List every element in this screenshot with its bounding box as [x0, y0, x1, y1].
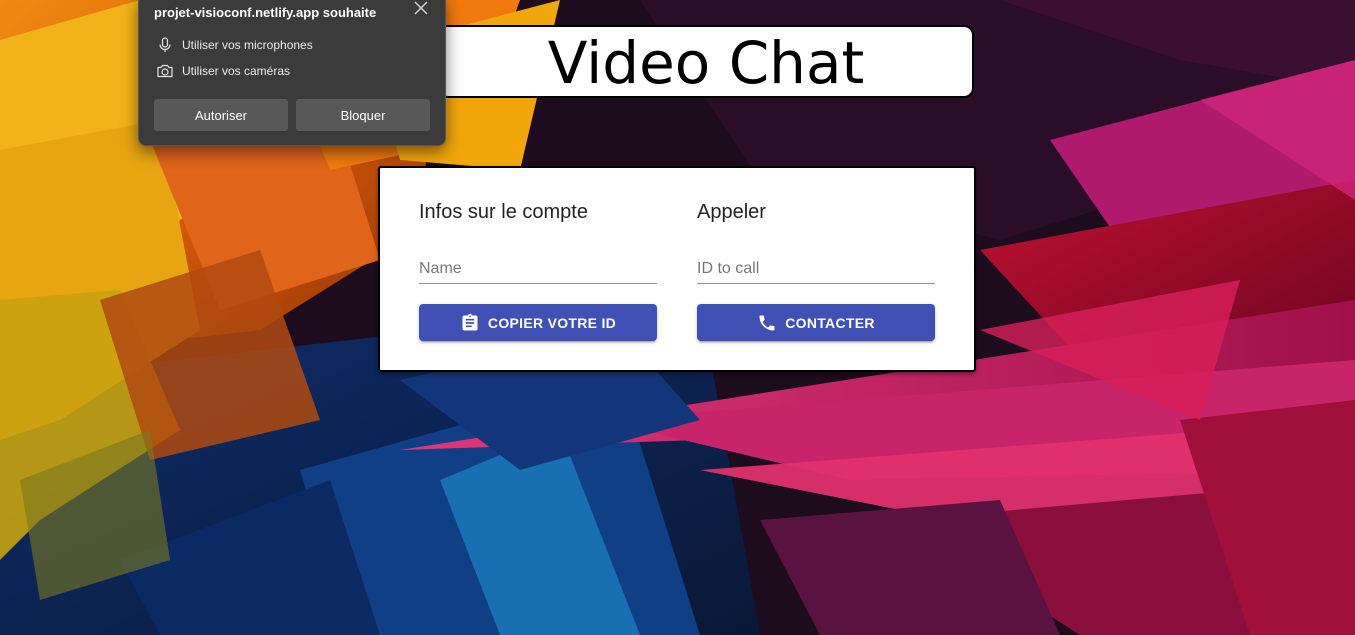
permission-item-microphone: Utiliser vos microphones — [156, 36, 313, 54]
permission-item-camera: Utiliser vos caméras — [156, 62, 290, 80]
account-heading: Infos sur le compte — [419, 201, 588, 223]
contact-button[interactable]: CONTACTER — [697, 304, 935, 341]
block-button[interactable]: Bloquer — [296, 99, 430, 131]
page-title: Video Chat — [547, 28, 865, 97]
clipboard-icon — [460, 313, 480, 333]
permission-prompt-title: projet-visioconf.netlify.app souhaite — [154, 5, 377, 20]
title-banner: Video Chat — [438, 25, 974, 98]
contact-button-label: CONTACTER — [785, 314, 875, 331]
copy-id-button-label: COPIER VOTRE ID — [487, 314, 617, 331]
page: Video Chat Infos sur le compte COPIER VO… — [0, 0, 1355, 635]
microphone-icon — [156, 36, 174, 54]
allow-button[interactable]: Autoriser — [154, 99, 288, 131]
permission-prompt: projet-visioconf.netlify.app souhaite Ut… — [138, 0, 446, 146]
name-input[interactable] — [419, 260, 657, 278]
permission-item-label: Utiliser vos caméras — [182, 64, 291, 78]
phone-icon — [757, 313, 777, 333]
id-to-call-input[interactable] — [697, 260, 935, 278]
copy-id-button[interactable]: COPIER VOTRE ID — [419, 304, 657, 341]
main-card: Infos sur le compte COPIER VOTRE ID Appe… — [378, 166, 976, 372]
camera-icon — [156, 62, 174, 80]
id-to-call-field — [697, 250, 935, 284]
permission-item-label: Utiliser vos microphones — [182, 38, 313, 52]
close-icon[interactable] — [413, 0, 429, 16]
name-field — [419, 250, 657, 284]
call-heading: Appeler — [697, 201, 766, 223]
